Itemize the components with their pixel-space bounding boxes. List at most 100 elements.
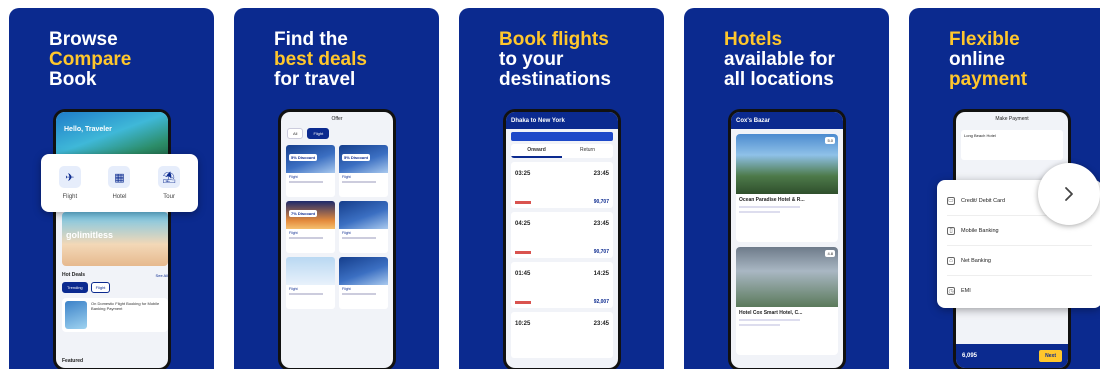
screen-title: Offer — [331, 116, 343, 122]
flight-card[interactable]: 04:25 23:45 90,707 — [511, 212, 613, 258]
payment-method-label: Mobile Banking — [961, 227, 999, 234]
bank-icon: ⌂ — [947, 256, 955, 265]
search-bar[interactable] — [511, 132, 613, 141]
tab-flight[interactable]: Flight — [90, 282, 111, 293]
hot-deals-section: Hot Deals See All Trending Flight On Dom… — [62, 272, 168, 332]
headline-line: available for — [724, 49, 835, 70]
greeting-text: Hello, Traveler — [64, 126, 112, 133]
arrival-time: 14:25 — [593, 271, 609, 277]
phone-mockup: Hello, Traveler golimitless Hot Deals Se… — [53, 109, 171, 369]
offer-tag: Flight — [289, 175, 298, 179]
total-amount: 6,095 — [962, 353, 978, 359]
headline-line: Browse — [49, 29, 118, 50]
screenshot-deals: Find the best deals for travel Offer All… — [234, 8, 439, 369]
category-flight[interactable]: ✈ Flight — [58, 166, 81, 200]
offer-card[interactable]: Flight — [286, 257, 335, 309]
hotel-rating: 5.0 — [825, 137, 835, 144]
featured-title: Featured — [62, 358, 84, 364]
offer-tag: Flight — [289, 287, 298, 291]
offer-card[interactable]: Flight — [339, 201, 388, 253]
headline-line: all locations — [724, 69, 834, 90]
deal-text: On Domestic Flight Booking for Mobile Ba… — [91, 301, 160, 311]
top-bar: Cox's Bazar — [731, 112, 843, 129]
headline-line: best deals — [274, 49, 367, 70]
departure-time: 04:25 — [515, 221, 531, 227]
offer-card[interactable]: Flight — [339, 257, 388, 309]
screen-title: Make Payment — [995, 116, 1029, 122]
flight-icon: ✈ — [58, 166, 81, 188]
headline-line: Hotels — [724, 29, 783, 50]
hotel-name: Ocean Paradise Hotel & R... — [739, 197, 805, 203]
offer-grid: 5% Discount Flight 5% Discount Flight 7% D… — [281, 141, 393, 313]
tab-trending[interactable]: Trending — [62, 282, 88, 293]
offer-tag: Flight — [342, 175, 351, 179]
category-label: Tour — [163, 194, 175, 200]
flight-card[interactable]: 01:45 14:25 92,007 — [511, 262, 613, 308]
flight-card[interactable]: 03:25 23:45 90,707 — [511, 162, 613, 208]
next-button[interactable]: Next — [1039, 350, 1062, 362]
hotel-card[interactable]: 5.0 Ocean Paradise Hotel & R... — [736, 134, 838, 242]
deal-image — [65, 301, 88, 329]
arrival-time: 23:45 — [593, 221, 609, 227]
flight-card[interactable]: 10:25 23:45 — [511, 312, 613, 358]
category-label: Hotel — [112, 194, 127, 200]
flight-price: 90,707 — [593, 249, 609, 255]
payment-method-emi[interactable]: ◷ EMI — [947, 276, 1092, 306]
payment-bar: 6,095 Next — [956, 344, 1068, 368]
screenshot-browse: Browse Compare Book Hello, Traveler goli… — [9, 8, 214, 369]
payment-method-label: Credit/ Debit Card — [961, 197, 1006, 204]
card-icon: ▭ — [947, 196, 955, 205]
phone-screen: Dhaka to New York Onward Return 03:25 23:… — [506, 112, 618, 368]
flight-price: 90,707 — [593, 199, 609, 205]
banner-text: golimitless — [66, 230, 114, 240]
phone-mockup: Dhaka to New York Onward Return 03:25 23:… — [503, 109, 621, 369]
phone-screen: Cox's Bazar 5.0 Ocean Paradise Hotel & R… — [731, 112, 843, 368]
tab-return[interactable]: Return — [562, 144, 613, 158]
screenshot-hotels: Hotels available for all locations Cox's… — [684, 8, 889, 369]
headline: Browse Compare Book — [49, 30, 131, 90]
headline-line: to your — [499, 49, 564, 70]
phone-screen: Offer All Flight 5% Discount Flight 5% Di… — [281, 112, 393, 368]
emi-icon: ◷ — [947, 287, 955, 295]
payment-method-netbanking[interactable]: ⌂ Net Banking — [947, 246, 1092, 276]
tab-onward[interactable]: Onward — [511, 144, 562, 158]
tab-flight[interactable]: Flight — [307, 128, 330, 139]
chevron-right-icon — [1065, 187, 1073, 201]
category-hotel[interactable]: ▦ Hotel — [108, 166, 131, 200]
discount-badge: 5% Discount — [342, 154, 371, 161]
top-bar: Dhaka to New York — [506, 112, 618, 129]
refund-tag — [515, 201, 531, 204]
offer-card[interactable]: 5% Discount Flight — [339, 145, 388, 197]
promo-banner[interactable]: golimitless — [62, 212, 168, 266]
tour-icon: ⛱ — [158, 166, 181, 188]
category-tour[interactable]: ⛱ Tour — [158, 166, 181, 200]
arrival-time: 23:45 — [593, 321, 609, 327]
deal-card[interactable]: On Domestic Flight Booking for Mobile Ba… — [62, 298, 168, 332]
departure-time: 10:25 — [515, 321, 531, 327]
hotel-card[interactable]: 4.8 Hotel Cox Smart Hotel, C... — [736, 247, 838, 355]
payment-method-label: EMI — [961, 288, 971, 294]
headline: Hotels available for all locations — [724, 30, 835, 90]
location-title: Cox's Bazar — [736, 118, 771, 124]
mobile-icon: ▯ — [947, 226, 955, 235]
headline-line: online — [949, 49, 1005, 70]
headline: Book flights to your destinations — [499, 30, 611, 90]
phone-mockup: Offer All Flight 5% Discount Flight 5% Di… — [278, 109, 396, 369]
offer-card[interactable]: 7% Discount Flight — [286, 201, 335, 253]
headline-line: Find the — [274, 29, 348, 50]
departure-time: 03:25 — [515, 171, 531, 177]
carousel-next-button[interactable] — [1038, 163, 1100, 225]
see-all-link[interactable]: See All — [156, 273, 168, 278]
headline-line: Book flights — [499, 29, 609, 50]
payment-method-label: Net Banking — [961, 257, 991, 264]
offer-card[interactable]: 5% Discount Flight — [286, 145, 335, 197]
headline-line: for travel — [274, 69, 356, 90]
headline-line: Compare — [49, 49, 132, 70]
phone-screen: Hello, Traveler golimitless Hot Deals Se… — [56, 112, 168, 368]
refund-tag — [515, 251, 531, 254]
arrival-time: 23:45 — [593, 171, 609, 177]
offer-tag: Flight — [342, 231, 351, 235]
category-label: Flight — [62, 194, 78, 200]
hotel-rating: 4.8 — [825, 250, 835, 257]
tab-all[interactable]: All — [287, 128, 304, 139]
